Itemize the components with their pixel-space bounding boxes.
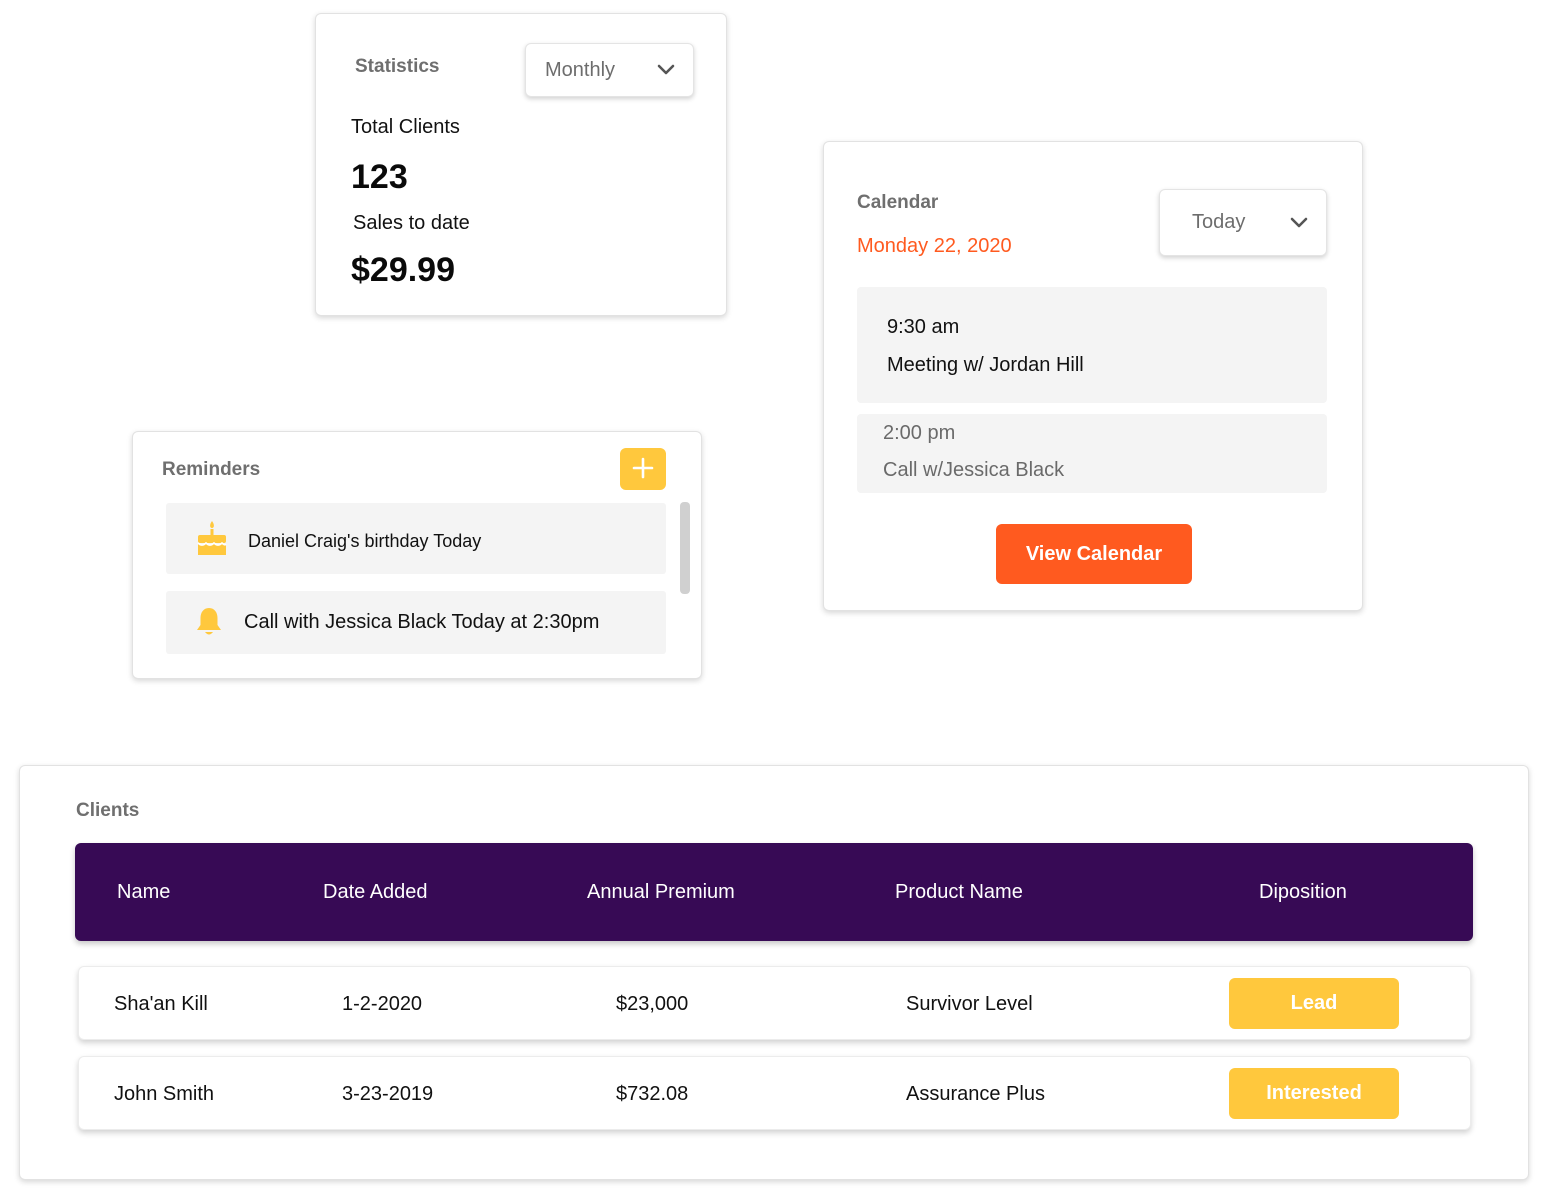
clients-table-header: Name Date Added Annual Premium Product N…: [75, 843, 1473, 941]
range-select-value: Today: [1192, 211, 1246, 233]
column-header-disposition[interactable]: Diposition: [1259, 881, 1347, 904]
event-title: Meeting w/ Jordan Hill: [887, 354, 1084, 376]
client-name: Sha'an Kill: [114, 993, 208, 1015]
calendar-date: Monday 22, 2020: [857, 235, 1012, 257]
client-date-added: 1-2-2020: [342, 993, 423, 1015]
cake-icon: [196, 520, 228, 561]
reminders-scrollbar[interactable]: [680, 502, 690, 594]
total-clients-label: Total Clients: [351, 116, 460, 138]
sales-value: $29.99: [351, 251, 455, 289]
calendar-card: Calendar Monday 22, 2020 Today 9:30 am M…: [823, 141, 1363, 611]
range-select[interactable]: Today: [1159, 189, 1327, 256]
period-select[interactable]: Monthly: [525, 43, 694, 97]
table-row[interactable]: Sha'an Kill 1-2-2020 $23,000 Survivor Le…: [78, 966, 1471, 1040]
reminder-text: Daniel Craig's birthday Today: [248, 531, 482, 551]
reminders-card: Reminders Daniel Craig's birthday Today …: [132, 431, 702, 679]
disposition-badge[interactable]: Interested: [1229, 1068, 1399, 1119]
column-header-product-name[interactable]: Product Name: [895, 881, 1023, 904]
period-select-value: Monthly: [545, 58, 616, 81]
statistics-card: Statistics Monthly Total Clients 123 Sal…: [315, 13, 727, 316]
reminder-item[interactable]: Daniel Craig's birthday Today: [166, 503, 666, 574]
bell-icon: [195, 606, 223, 643]
client-annual-premium: $23,000: [616, 993, 689, 1015]
clients-card: Clients Name Date Added Annual Premium P…: [19, 765, 1529, 1180]
add-reminder-button[interactable]: [620, 448, 666, 490]
view-calendar-button[interactable]: View Calendar: [996, 524, 1192, 584]
clients-title: Clients: [76, 800, 140, 821]
sales-label: Sales to date: [353, 212, 470, 234]
client-product: Assurance Plus: [906, 1083, 1045, 1105]
calendar-event[interactable]: 2:00 pm Call w/Jessica Black: [857, 414, 1327, 493]
chevron-down-icon: [1288, 212, 1310, 234]
column-header-date-added[interactable]: Date Added: [323, 881, 428, 904]
calendar-event[interactable]: 9:30 am Meeting w/ Jordan Hill: [857, 287, 1327, 403]
client-product: Survivor Level: [906, 993, 1033, 1015]
table-row[interactable]: John Smith 3-23-2019 $732.08 Assurance P…: [78, 1056, 1471, 1130]
event-title: Call w/Jessica Black: [883, 459, 1065, 481]
statistics-title: Statistics: [355, 56, 440, 77]
calendar-title: Calendar: [857, 192, 939, 213]
total-clients-value: 123: [351, 158, 408, 196]
reminders-title: Reminders: [162, 459, 261, 480]
chevron-down-icon: [655, 59, 677, 81]
disposition-badge[interactable]: Lead: [1229, 978, 1399, 1029]
reminder-item[interactable]: Call with Jessica Black Today at 2:30pm: [166, 591, 666, 654]
column-header-name[interactable]: Name: [117, 881, 170, 904]
client-annual-premium: $732.08: [616, 1083, 689, 1105]
column-header-annual-premium[interactable]: Annual Premium: [587, 881, 735, 904]
event-time: 2:00 pm: [883, 422, 956, 444]
client-name: John Smith: [114, 1083, 215, 1105]
event-time: 9:30 am: [887, 316, 960, 338]
reminder-text: Call with Jessica Black Today at 2:30pm: [244, 611, 600, 633]
client-date-added: 3-23-2019: [342, 1083, 434, 1105]
plus-icon: [632, 457, 654, 482]
